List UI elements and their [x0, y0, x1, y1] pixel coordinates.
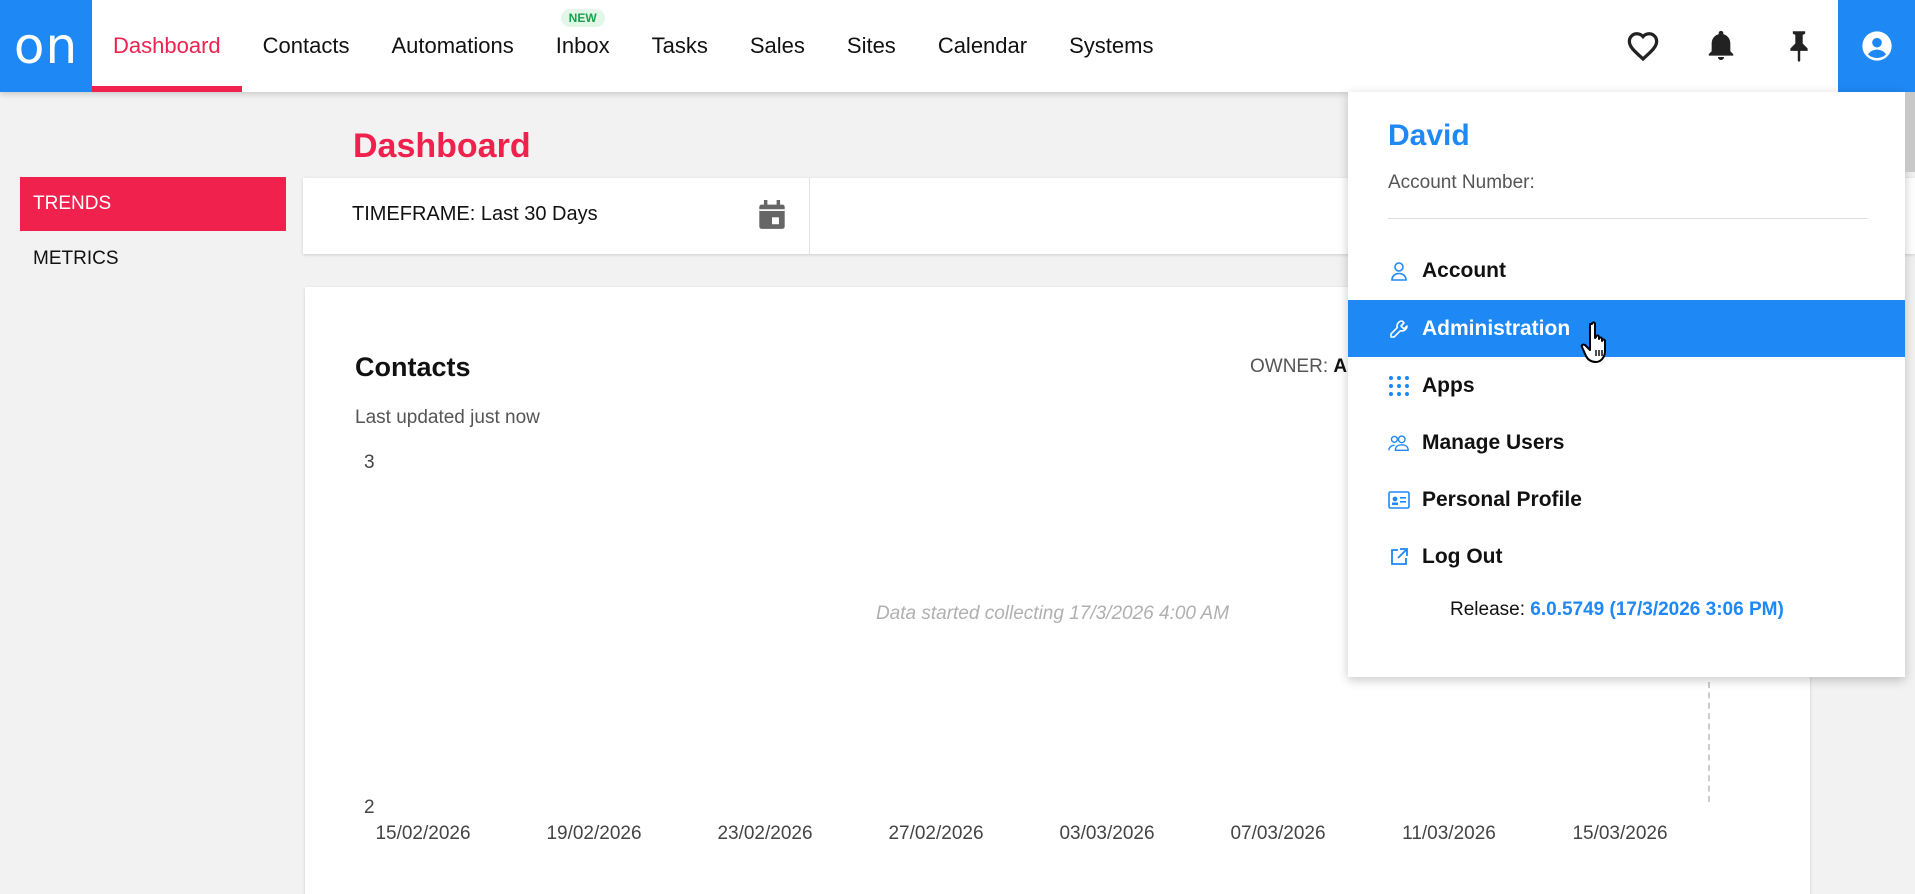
- menu-item-log-out[interactable]: Log Out: [1348, 528, 1905, 585]
- person-icon: [1388, 260, 1410, 282]
- app-logo[interactable]: on: [0, 0, 92, 92]
- menu-item-administration[interactable]: Administration: [1348, 300, 1905, 357]
- menu-item-manage-users[interactable]: Manage Users: [1348, 414, 1905, 471]
- nav-label: Systems: [1069, 33, 1154, 58]
- nav-label: Dashboard: [113, 33, 221, 58]
- menu-item-apps[interactable]: Apps: [1348, 357, 1905, 414]
- wrench-icon: [1388, 318, 1410, 340]
- sidebar-item-trends[interactable]: TRENDS: [20, 177, 286, 231]
- menu-item-label: Manage Users: [1422, 430, 1565, 454]
- nav-sales[interactable]: Sales: [729, 0, 826, 92]
- owner-value: A: [1333, 356, 1348, 377]
- users-icon: [1388, 432, 1410, 454]
- x-tick-label: 23/02/2026: [717, 823, 813, 844]
- grid-icon: [1388, 375, 1410, 397]
- user-icon[interactable]: [1838, 0, 1915, 92]
- menu-divider: [1388, 218, 1867, 219]
- y-tick-label: 3: [364, 452, 375, 473]
- sidebar-item-label: TRENDS: [33, 193, 112, 214]
- last-updated-text: Last updated just now: [355, 407, 540, 428]
- nav-systems[interactable]: Systems: [1048, 0, 1174, 92]
- nav-label: Sites: [846, 33, 896, 58]
- heart-icon[interactable]: [1604, 0, 1682, 92]
- nav-calendar[interactable]: Calendar: [917, 0, 1048, 92]
- top-icon-group: [1604, 0, 1915, 92]
- owner-filter[interactable]: OWNER: A: [1250, 356, 1347, 378]
- page-scrollbar[interactable]: [1905, 92, 1915, 172]
- x-tick-label: 07/03/2026: [1230, 823, 1326, 844]
- nav-label: Contacts: [262, 33, 350, 58]
- x-tick-label: 19/02/2026: [546, 823, 642, 844]
- user-menu-dropdown: David Account Number: Account Administra…: [1348, 92, 1905, 677]
- sidebar-item-metrics[interactable]: METRICS: [20, 232, 286, 286]
- nav-automations[interactable]: Automations: [370, 0, 534, 92]
- y-tick-label: 2: [364, 797, 375, 818]
- menu-item-label: Account: [1422, 258, 1506, 282]
- menu-item-label: Personal Profile: [1422, 487, 1582, 511]
- nav-label: Automations: [391, 33, 514, 58]
- card-title: Contacts: [355, 352, 471, 382]
- hand-cursor-icon: [1580, 320, 1620, 371]
- nav-contacts[interactable]: Contacts: [242, 0, 371, 92]
- x-tick-label: 27/02/2026: [888, 823, 984, 844]
- menu-item-label: Log Out: [1422, 544, 1503, 568]
- page-title: Dashboard: [353, 127, 531, 165]
- nav-tasks[interactable]: Tasks: [631, 0, 729, 92]
- owner-label: OWNER:: [1250, 356, 1329, 377]
- nav-dashboard[interactable]: Dashboard: [92, 0, 242, 92]
- nav-inbox[interactable]: NEW Inbox: [535, 0, 631, 92]
- nav-label: Inbox: [555, 33, 610, 58]
- today-marker-line: [1708, 682, 1710, 802]
- main-nav: Dashboard Contacts Automations NEW Inbox…: [92, 0, 1174, 92]
- calendar-icon[interactable]: [758, 200, 786, 235]
- x-tick-label: 15/03/2026: [1572, 823, 1668, 844]
- top-navigation-bar: on Dashboard Contacts Automations NEW In…: [0, 0, 1915, 92]
- menu-item-personal-profile[interactable]: Personal Profile: [1348, 471, 1905, 528]
- menu-item-label: Administration: [1422, 316, 1571, 340]
- timeframe-selector[interactable]: TIMEFRAME: Last 30 Days: [303, 178, 810, 254]
- bell-icon[interactable]: [1682, 0, 1760, 92]
- x-tick-label: 15/02/2026: [375, 823, 471, 844]
- nav-sites[interactable]: Sites: [826, 0, 917, 92]
- external-link-icon: [1388, 546, 1410, 568]
- release-label: Release:: [1450, 599, 1525, 620]
- nav-label: Calendar: [937, 33, 1028, 58]
- account-number-label: Account Number:: [1388, 172, 1535, 193]
- x-tick-label: 03/03/2026: [1059, 823, 1155, 844]
- timeframe-label: TIMEFRAME: Last 30 Days: [352, 203, 598, 225]
- nav-label: Tasks: [651, 33, 708, 58]
- pin-icon[interactable]: [1760, 0, 1838, 92]
- user-name: David: [1388, 119, 1470, 152]
- release-version-link[interactable]: 6.0.5749 (17/3/2026 3:06 PM): [1530, 599, 1784, 620]
- release-info: Release: 6.0.5749 (17/3/2026 3:06 PM): [1450, 599, 1784, 621]
- x-tick-label: 11/03/2026: [1402, 823, 1496, 844]
- nav-label: Sales: [749, 33, 805, 58]
- menu-item-label: Apps: [1422, 373, 1475, 397]
- id-card-icon: [1388, 489, 1410, 511]
- sidebar-item-label: METRICS: [33, 248, 119, 269]
- menu-item-account[interactable]: Account: [1348, 242, 1905, 299]
- new-badge: NEW: [560, 9, 605, 27]
